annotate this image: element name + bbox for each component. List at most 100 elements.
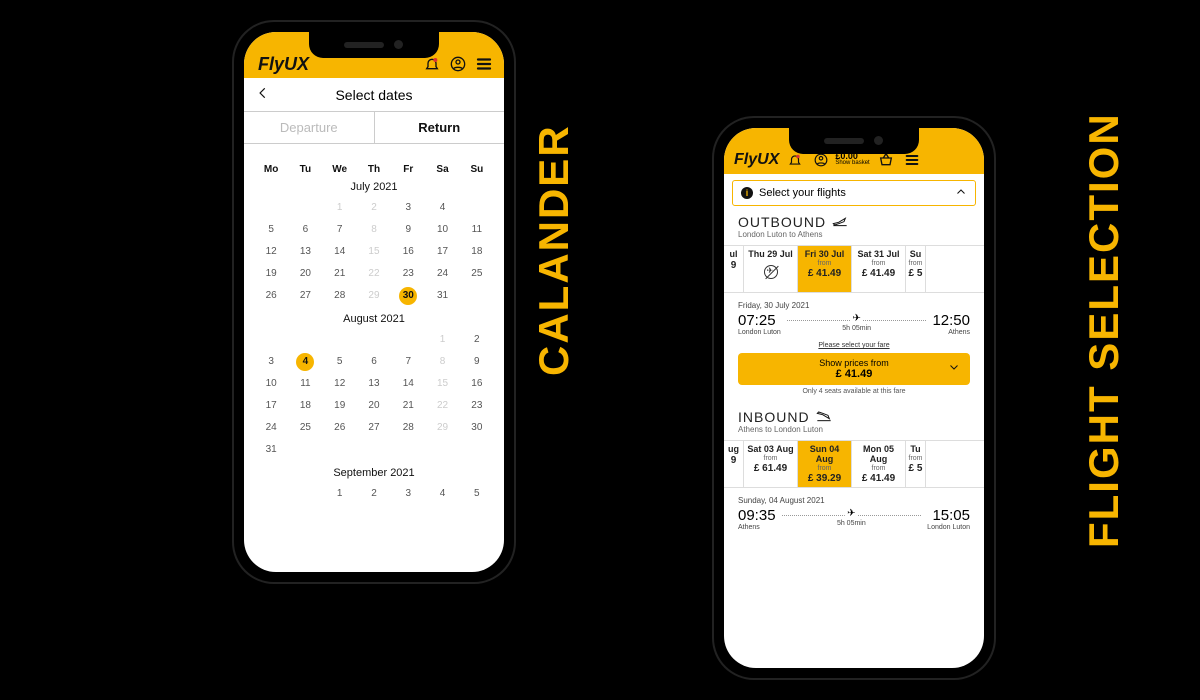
hamburger-menu-icon[interactable]: [474, 54, 494, 74]
calendar-day[interactable]: 1: [323, 483, 357, 505]
outbound-header: OUTBOUND London Luton to Athens: [724, 206, 984, 241]
tab-return[interactable]: Return: [375, 112, 505, 143]
calendar-day[interactable]: 4: [425, 197, 459, 219]
calendar-day[interactable]: 20: [357, 395, 391, 417]
tab-departure[interactable]: Departure: [244, 112, 375, 143]
back-chevron-icon[interactable]: [256, 86, 270, 105]
calendar-day[interactable]: 9: [391, 219, 425, 241]
calendar-day[interactable]: 11: [460, 219, 494, 241]
calendar-day[interactable]: 6: [357, 351, 391, 373]
no-flight-icon: [764, 265, 778, 279]
calendar-day[interactable]: 6: [288, 219, 322, 241]
calendar-day[interactable]: 15: [425, 373, 459, 395]
date-strip-item[interactable]: Sat 03 Augfrom£ 61.49: [744, 441, 798, 487]
calendar-day[interactable]: 27: [288, 285, 322, 307]
calendar-day[interactable]: 12: [323, 373, 357, 395]
calendar-day[interactable]: 24: [254, 417, 288, 439]
calendar-weekday-header: MoTuWeThFrSaSu: [254, 164, 494, 175]
calendar-day[interactable]: 4: [425, 483, 459, 505]
date-strip-item[interactable]: Mon 05 Augfrom£ 41.49: [852, 441, 906, 487]
date-strip-item[interactable]: Tufrom£ 5: [906, 441, 926, 487]
flight-date: Sunday, 04 August 2021: [738, 496, 970, 505]
calendar-day[interactable]: 23: [391, 263, 425, 285]
outbound-date-strip[interactable]: ul9 Thu 29 Jul Fri 30 Julfrom£ 41.49 Sat…: [724, 245, 984, 293]
calendar-day[interactable]: 2: [357, 483, 391, 505]
calendar-day[interactable]: 26: [323, 417, 357, 439]
calendar-day[interactable]: 2: [460, 329, 494, 351]
calendar-day[interactable]: 1: [323, 197, 357, 219]
chevron-down-icon: [948, 360, 960, 378]
calendar-day-selected-end[interactable]: 4: [288, 351, 322, 373]
calendar-day[interactable]: 28: [323, 285, 357, 307]
calendar-day[interactable]: 26: [254, 285, 288, 307]
calendar-day[interactable]: 2: [357, 197, 391, 219]
calendar-day[interactable]: 10: [425, 219, 459, 241]
calendar-day[interactable]: 7: [391, 351, 425, 373]
calendar-day[interactable]: 3: [254, 351, 288, 373]
calendar-day[interactable]: 28: [391, 417, 425, 439]
calendar-day[interactable]: 20: [288, 263, 322, 285]
calendar-day[interactable]: 5: [460, 483, 494, 505]
calendar-day[interactable]: 3: [391, 197, 425, 219]
flight-date: Friday, 30 July 2021: [738, 301, 970, 310]
calendar-day[interactable]: 29: [425, 417, 459, 439]
calendar-day[interactable]: 14: [391, 373, 425, 395]
calendar-day[interactable]: 5: [323, 351, 357, 373]
calendar-scroll[interactable]: MoTuWeThFrSaSu July 2021 1 2 3 4 5 6 7 8…: [244, 158, 504, 572]
calendar-day[interactable]: 13: [357, 373, 391, 395]
date-strip-item[interactable]: Sat 31 Julfrom£ 41.49: [852, 246, 906, 292]
calendar-grid-july: 1 2 3 4 5 6 7 8 9 10 11 12 13 14 15 16 1…: [254, 197, 494, 307]
calendar-day[interactable]: 31: [254, 439, 288, 461]
calendar-day[interactable]: 9: [460, 351, 494, 373]
account-icon[interactable]: [448, 54, 468, 74]
calendar-day[interactable]: 14: [323, 241, 357, 263]
show-prices-button[interactable]: Show prices from £ 41.49: [738, 353, 970, 385]
basket-summary[interactable]: £0.00 Show basket: [835, 153, 869, 167]
departure-place: London Luton: [738, 329, 781, 336]
calendar-day[interactable]: 25: [288, 417, 322, 439]
calendar-day[interactable]: 12: [254, 241, 288, 263]
calendar-day[interactable]: 17: [425, 241, 459, 263]
outbound-route: London Luton to Athens: [738, 230, 970, 239]
date-strip-item[interactable]: Sufrom£ 5: [906, 246, 926, 292]
date-strip-item-selected[interactable]: Fri 30 Julfrom£ 41.49: [798, 246, 852, 292]
calendar-day[interactable]: 24: [425, 263, 459, 285]
calendar-day[interactable]: 16: [391, 241, 425, 263]
date-strip-item[interactable]: ug9: [724, 441, 744, 487]
calendar-day[interactable]: 19: [254, 263, 288, 285]
calendar-day[interactable]: 29: [357, 285, 391, 307]
calendar-day[interactable]: 30: [460, 417, 494, 439]
month-label-september: September 2021: [254, 467, 494, 479]
calendar-day[interactable]: 8: [357, 219, 391, 241]
calendar-day[interactable]: 5: [254, 219, 288, 241]
calendar-day[interactable]: 1: [425, 329, 459, 351]
calendar-day[interactable]: 21: [323, 263, 357, 285]
calendar-day[interactable]: 16: [460, 373, 494, 395]
calendar-day[interactable]: 22: [425, 395, 459, 417]
calendar-day[interactable]: 10: [254, 373, 288, 395]
calendar-day[interactable]: 18: [460, 241, 494, 263]
calendar-day[interactable]: 21: [391, 395, 425, 417]
select-flights-bar[interactable]: i Select your flights: [732, 180, 976, 206]
date-strip-item-selected[interactable]: Sun 04 Augfrom£ 39.29: [798, 441, 852, 487]
calendar-day[interactable]: 31: [425, 285, 459, 307]
inbound-title: INBOUND: [738, 409, 810, 425]
calendar-day[interactable]: 18: [288, 395, 322, 417]
calendar-day[interactable]: 13: [288, 241, 322, 263]
inbound-date-strip[interactable]: ug9 Sat 03 Augfrom£ 61.49 Sun 04 Augfrom…: [724, 440, 984, 488]
date-strip-item[interactable]: Thu 29 Jul: [744, 246, 798, 292]
calendar-day-selected-start[interactable]: 30: [391, 285, 425, 307]
calendar-day[interactable]: 22: [357, 263, 391, 285]
calendar-day[interactable]: 8: [425, 351, 459, 373]
calendar-day[interactable]: 7: [323, 219, 357, 241]
chevron-up-icon: [955, 186, 967, 201]
calendar-day[interactable]: 11: [288, 373, 322, 395]
calendar-day[interactable]: 25: [460, 263, 494, 285]
calendar-day[interactable]: 17: [254, 395, 288, 417]
calendar-day[interactable]: 3: [391, 483, 425, 505]
calendar-day[interactable]: 23: [460, 395, 494, 417]
calendar-day[interactable]: 19: [323, 395, 357, 417]
calendar-day[interactable]: 15: [357, 241, 391, 263]
date-strip-item[interactable]: ul9: [724, 246, 744, 292]
calendar-day[interactable]: 27: [357, 417, 391, 439]
